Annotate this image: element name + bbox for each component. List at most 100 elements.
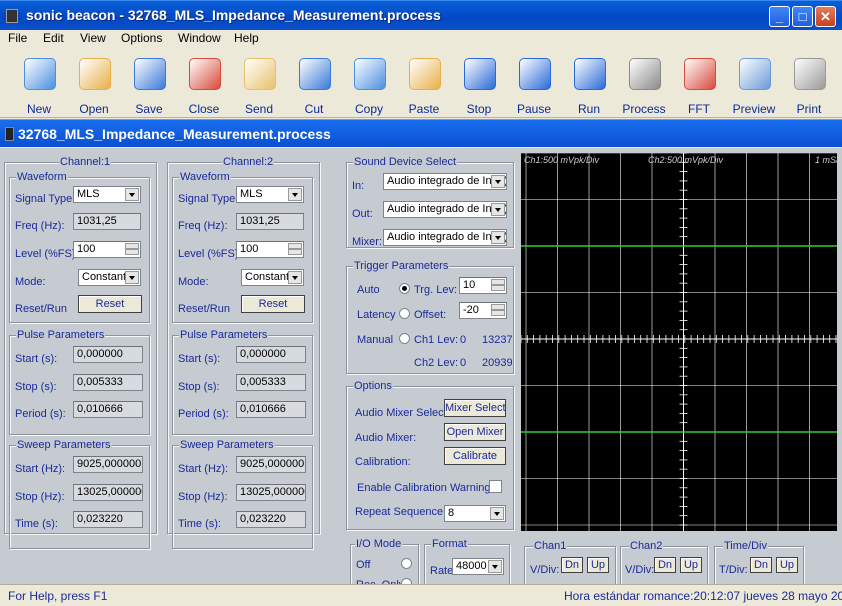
freq-label: Freq (Hz):: [15, 220, 65, 232]
sweep-time-label: Time (s):: [15, 518, 58, 530]
pulse-start-field[interactable]: 0,000000: [73, 346, 143, 363]
time-down-button[interactable]: Dn: [750, 557, 772, 573]
calibrate-button[interactable]: Calibrate: [444, 447, 506, 465]
repeat-sequence-select[interactable]: 8: [444, 505, 506, 522]
toolbar-fft-button[interactable]: FFT: [672, 54, 726, 116]
menu-view[interactable]: View: [80, 31, 106, 45]
sweep-stop-field[interactable]: 13025,000000: [73, 484, 143, 501]
pulse-period-field[interactable]: 0,010666: [236, 401, 306, 418]
enable-cal-warnings-checkbox[interactable]: [489, 480, 502, 493]
trg-lev-stepper[interactable]: 10: [459, 277, 507, 294]
reset-button[interactable]: Reset: [78, 295, 142, 313]
input-device-select[interactable]: Audio integrado de Intel(: [383, 173, 507, 190]
sweep-time-field[interactable]: 0,023220: [73, 511, 143, 528]
chan1-down-button[interactable]: Dn: [561, 557, 583, 573]
sweep-parameters-title: Sweep Parameters: [179, 439, 275, 451]
scissors-icon: [299, 58, 331, 90]
sweep-parameters-group: Sweep Parameters Start (Hz): 9025,000000…: [172, 439, 313, 549]
mixer-device-select[interactable]: Audio integrado de Intel(: [383, 229, 507, 246]
toolbar-open-button[interactable]: Open: [67, 54, 121, 116]
close-button[interactable]: ✕: [815, 6, 836, 27]
mixer-select-button[interactable]: Mixer Select: [444, 399, 506, 417]
chan2-down-button[interactable]: Dn: [654, 557, 676, 573]
mode-select[interactable]: Constant: [241, 269, 304, 286]
toolbar-preview-button[interactable]: Preview: [727, 54, 781, 116]
trg-lev-label: Trg. Lev:: [414, 284, 457, 296]
audio-mixer-select-label: Audio Mixer Select:: [355, 407, 450, 419]
toolbar-label: Close: [188, 102, 220, 116]
signal-type-select[interactable]: MLS: [236, 186, 304, 203]
window-title: sonic beacon - 32768_MLS_Impedance_Measu…: [26, 7, 441, 23]
toolbar-label: Preview: [732, 102, 776, 116]
pulse-start-field[interactable]: 0,000000: [236, 346, 306, 363]
maximize-button[interactable]: □: [792, 6, 813, 27]
chan2-title: Chan2: [629, 540, 664, 552]
open-mixer-button[interactable]: Open Mixer: [444, 423, 506, 441]
calibration-label: Calibration:: [355, 456, 411, 468]
toolbar-close-button[interactable]: Close: [177, 54, 231, 116]
toolbar-paste-button[interactable]: Paste: [397, 54, 451, 116]
toolbar-label: New: [26, 102, 51, 116]
run-icon: [574, 58, 606, 90]
chan2-up-button[interactable]: Up: [680, 557, 702, 573]
chevron-down-icon: [488, 560, 502, 573]
freq-field[interactable]: 1031,25: [73, 213, 141, 230]
menu-file[interactable]: File: [8, 31, 27, 45]
minimize-button[interactable]: _: [769, 6, 790, 27]
toolbar-stop-button[interactable]: Stop: [452, 54, 506, 116]
chevron-down-icon: [288, 271, 302, 284]
ch1-lev-radio[interactable]: [399, 333, 410, 344]
freq-field[interactable]: 1031,25: [236, 213, 304, 230]
offset-radio[interactable]: [399, 308, 410, 319]
rate-select[interactable]: 48000: [452, 558, 504, 575]
oscilloscope-display[interactable]: Ch1:500 mVpk/Div Ch2:500 mVpk/Div 1 mS/D: [521, 153, 837, 531]
time-div-title: Time/Div: [723, 540, 768, 552]
pulse-period-label: Period (s):: [15, 408, 66, 420]
offset-stepper[interactable]: -20: [459, 302, 507, 319]
time-up-button[interactable]: Up: [776, 557, 798, 573]
toolbar-print-button[interactable]: Print: [782, 54, 836, 116]
level-label: Level (%FS):: [15, 248, 79, 260]
sweep-start-field[interactable]: 9025,000000: [236, 456, 306, 473]
reset-button[interactable]: Reset: [241, 295, 305, 313]
toolbar-label: Paste: [408, 102, 440, 116]
ch2-lev-reading: 20939: [482, 357, 513, 369]
output-device-select[interactable]: Audio integrado de Intel(: [383, 201, 507, 218]
chevron-down-icon: [491, 231, 505, 244]
chevron-down-icon: [125, 271, 139, 284]
pulse-stop-field[interactable]: 0,005333: [236, 374, 306, 391]
document-title: 32768_MLS_Impedance_Measurement.process: [18, 126, 331, 142]
menu-window[interactable]: Window: [178, 31, 221, 45]
toolbar-cut-button[interactable]: Cut: [287, 54, 341, 116]
chevron-down-icon: [491, 175, 505, 188]
time-scale-label: 1 mS/D: [815, 155, 837, 165]
pulse-period-field[interactable]: 0,010666: [73, 401, 143, 418]
spin-arrows-icon: [125, 243, 139, 256]
pulse-start-label: Start (s):: [15, 353, 58, 365]
pulse-stop-field[interactable]: 0,005333: [73, 374, 143, 391]
toolbar-run-button[interactable]: Run: [562, 54, 616, 116]
mode-select[interactable]: Constant: [78, 269, 141, 286]
document-icon: [5, 127, 14, 141]
toolbar-save-button[interactable]: Save: [122, 54, 176, 116]
menu-options[interactable]: Options: [121, 31, 162, 45]
menu-edit[interactable]: Edit: [43, 31, 64, 45]
chevron-down-icon: [125, 188, 139, 201]
toolbar-copy-button[interactable]: Copy: [342, 54, 396, 116]
io-off-radio[interactable]: [401, 558, 412, 569]
level-stepper[interactable]: 100: [73, 241, 141, 258]
audio-mixer-label: Audio Mixer:: [355, 432, 417, 444]
trg-lev-radio[interactable]: [399, 283, 410, 294]
menu-help[interactable]: Help: [234, 31, 259, 45]
sweep-stop-field[interactable]: 13025,000000: [236, 484, 306, 501]
toolbar-new-button[interactable]: New: [12, 54, 66, 116]
chan1-up-button[interactable]: Up: [587, 557, 609, 573]
toolbar-process-button[interactable]: Process: [617, 54, 671, 116]
level-stepper[interactable]: 100: [236, 241, 304, 258]
chevron-down-icon: [288, 188, 302, 201]
toolbar-send-button[interactable]: Send: [232, 54, 286, 116]
sweep-start-field[interactable]: 9025,000000: [73, 456, 143, 473]
toolbar-pause-button[interactable]: Pause: [507, 54, 561, 116]
sweep-time-field[interactable]: 0,023220: [236, 511, 306, 528]
signal-type-select[interactable]: MLS: [73, 186, 141, 203]
